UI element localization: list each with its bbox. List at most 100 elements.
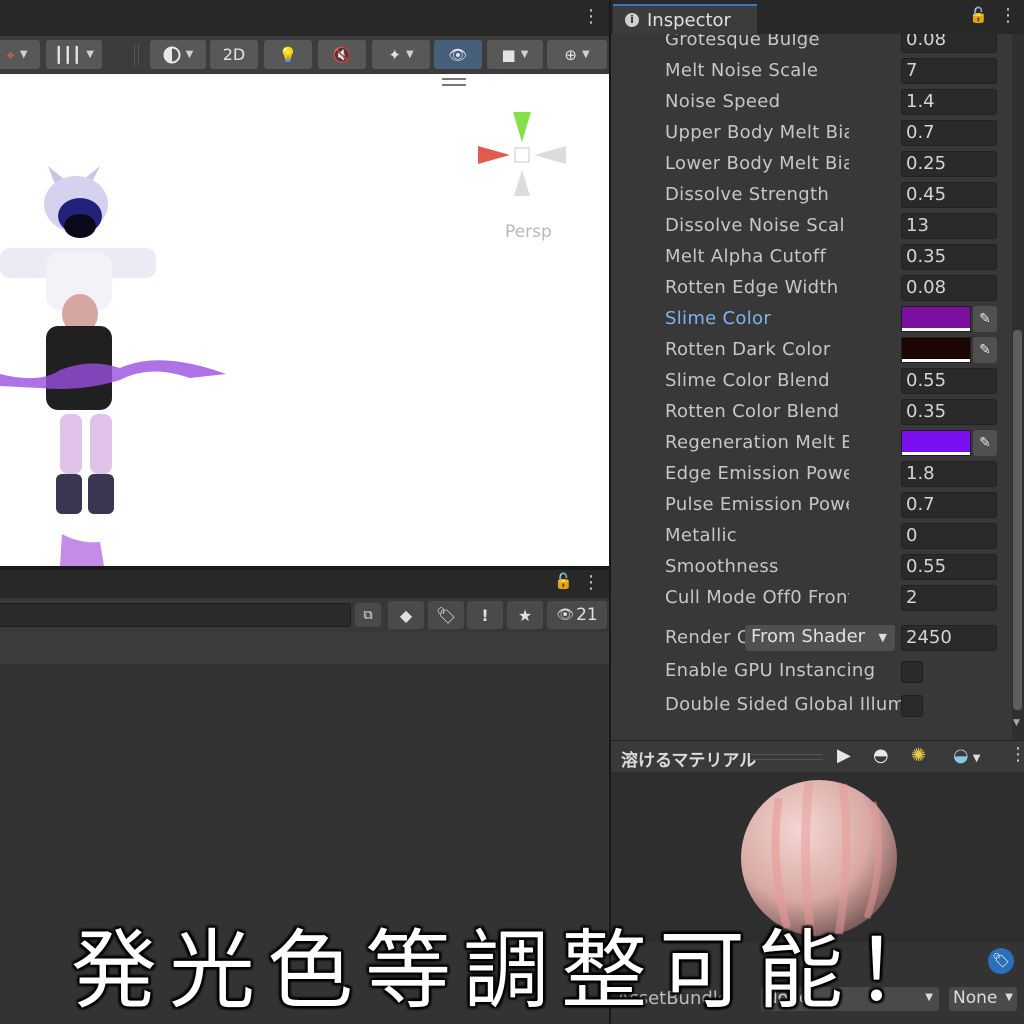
eyedropper-button[interactable]: ✎ xyxy=(973,306,997,332)
grid-icon: ┃┃┃ xyxy=(54,45,82,64)
shading-sphere-icon xyxy=(163,46,181,63)
double-sided-gi-checkbox[interactable] xyxy=(901,695,923,717)
property-label: Metallic xyxy=(665,525,737,546)
chevron-down-icon: ▼ xyxy=(405,49,414,60)
axis-gizmo-icon xyxy=(478,112,566,196)
material-preview[interactable] xyxy=(611,772,1024,942)
render-queue-value[interactable]: 2450 xyxy=(901,625,997,651)
float-field[interactable]: 0.7 xyxy=(901,120,997,146)
search-mode-button[interactable]: ⧉ xyxy=(355,603,381,627)
eyedropper-button[interactable]: ✎ xyxy=(973,337,997,363)
gpu-instancing-checkbox[interactable] xyxy=(901,661,923,683)
render-queue-label: Render Q xyxy=(665,627,745,648)
effects-dropdown[interactable]: ✦ ▼ xyxy=(372,40,430,69)
play-icon[interactable]: ▶ xyxy=(837,745,851,766)
float-field[interactable]: 1.8 xyxy=(901,461,997,487)
scene-toolbar: ⌖ ▼ ┃┃┃ ▼ ▼ 2D 💡 🔇 ✦ ▼ 👁 ■ ▼ ⊕ ▼ xyxy=(0,36,609,74)
grid-snap-dropdown[interactable]: ┃┃┃ ▼ xyxy=(46,40,102,69)
camera-settings-dropdown[interactable]: ■ ▼ xyxy=(487,40,543,69)
scene-visibility-toggle[interactable]: 👁 xyxy=(434,40,482,69)
breadcrumb-bar xyxy=(0,632,609,664)
property-label: Noise Speed xyxy=(665,91,781,112)
double-sided-gi-label: Double Sided Global Illum xyxy=(665,694,901,715)
audio-toggle-button[interactable]: 🔇 xyxy=(318,40,366,69)
scroll-down-arrow-icon[interactable]: ▼ xyxy=(1013,718,1020,728)
chevron-down-icon: ▼ xyxy=(878,631,887,644)
more-options-icon[interactable]: ⋮ xyxy=(1009,744,1024,765)
hidden-packages-button[interactable]: 👁 21 xyxy=(547,601,607,629)
property-label: Melt Noise Scale xyxy=(665,60,819,81)
color-field[interactable] xyxy=(901,306,971,332)
float-field[interactable]: 0.55 xyxy=(901,368,997,394)
search-input[interactable] xyxy=(0,603,351,627)
scrollbar-thumb[interactable] xyxy=(1013,330,1022,710)
more-options-icon[interactable]: ⋮ xyxy=(999,5,1017,26)
warning-icon: ! xyxy=(481,605,489,625)
property-label: Slime Color Blend xyxy=(665,370,830,391)
property-label: Grotesque Bulge xyxy=(665,34,820,50)
more-options-icon[interactable]: ⋮ xyxy=(582,6,600,27)
orientation-gizmo[interactable] xyxy=(470,104,580,214)
float-field[interactable]: 0.35 xyxy=(901,244,997,270)
property-label: Rotten Color Blend xyxy=(665,401,840,422)
property-label: Upper Body Melt Bia xyxy=(665,122,849,143)
eyedropper-icon: ✎ xyxy=(979,311,991,327)
float-field[interactable]: 1.4 xyxy=(901,89,997,115)
inspector-properties: Grotesque Bulge 0.08 Melt Noise Scale 7 Nois… xyxy=(611,34,1024,740)
info-icon: i xyxy=(625,13,639,27)
float-field[interactable]: 2 xyxy=(901,585,997,611)
color-field[interactable] xyxy=(901,337,971,363)
lighting-toggle-button[interactable]: 💡 xyxy=(264,40,312,69)
float-field[interactable]: 7 xyxy=(901,58,997,84)
render-queue-dropdown[interactable]: From Shader ▼ xyxy=(745,625,895,651)
header-divider xyxy=(751,754,823,760)
filter-by-type-button[interactable]: ◆ xyxy=(388,601,424,629)
eyedropper-icon: ✎ xyxy=(979,435,991,451)
favorites-button[interactable]: ★ xyxy=(507,601,543,629)
property-label: Dissolve Strength xyxy=(665,184,830,205)
property-label: Dissolve Noise Scal xyxy=(665,215,845,236)
float-field[interactable]: 0.55 xyxy=(901,554,997,580)
material-preview-header: 溶けるマテリアル ▶ ◓ ✺ ◒ ▼ ⋮ xyxy=(611,740,1024,773)
toggle-2d-button[interactable]: 2D xyxy=(210,40,258,69)
filter-by-label-button[interactable]: 🏷 xyxy=(428,601,464,629)
scene-viewport[interactable]: Persp xyxy=(0,74,609,566)
tab-inspector[interactable]: i Inspector xyxy=(613,4,757,34)
hidden-count: 21 xyxy=(576,605,598,625)
tab-inspector-label: Inspector xyxy=(647,9,731,31)
eyedropper-button[interactable]: ✎ xyxy=(973,430,997,456)
shading-mode-dropdown[interactable]: ▼ xyxy=(150,40,206,69)
property-label: Regeneration Melt Edge E xyxy=(665,432,849,453)
preview-background-dropdown[interactable]: ◒ ▼ xyxy=(953,745,980,766)
filter-issues-button[interactable]: ! xyxy=(467,601,503,629)
float-field[interactable]: 0 xyxy=(901,523,997,549)
lock-icon[interactable]: 🔓 xyxy=(554,572,573,590)
lock-icon[interactable]: 🔓 xyxy=(969,6,988,24)
color-field[interactable] xyxy=(901,430,971,456)
projection-label[interactable]: Persp xyxy=(505,222,552,242)
float-field[interactable]: 0.08 xyxy=(901,275,997,301)
property-label: Edge Emission Powe xyxy=(665,463,849,484)
property-label: Rotten Dark Color xyxy=(665,339,831,360)
light-toggle-icon[interactable]: ✺ xyxy=(911,745,926,766)
toolbar-divider xyxy=(134,44,139,66)
more-options-icon[interactable]: ⋮ xyxy=(582,572,600,593)
sphere-mesh-icon[interactable]: ◓ xyxy=(873,745,889,766)
eye-slash-icon: 👁 xyxy=(556,607,575,623)
eyedropper-icon: ✎ xyxy=(979,342,991,358)
caption-overlay: 発光色等調整可能！ xyxy=(71,921,953,1021)
draw-mode-dropdown[interactable]: ⌖ ▼ xyxy=(0,40,40,69)
tag-icon: 🏷 xyxy=(435,605,457,625)
float-field[interactable]: 0.35 xyxy=(901,399,997,425)
hamburger-icon[interactable] xyxy=(442,78,466,86)
float-field[interactable]: 13 xyxy=(901,213,997,239)
float-field[interactable]: 0.25 xyxy=(901,151,997,177)
float-field[interactable]: 0.7 xyxy=(901,492,997,518)
property-label: Cull Mode Off0 Front1 Bac xyxy=(665,587,849,608)
gizmos-dropdown[interactable]: ⊕ ▼ xyxy=(547,40,607,69)
property-label: Melt Alpha Cutoff xyxy=(665,246,827,267)
float-field[interactable]: 0.08 xyxy=(901,34,997,53)
scene-tab-bar: ⋮ xyxy=(0,0,609,37)
property-label: Lower Body Melt Bia xyxy=(665,153,849,174)
float-field[interactable]: 0.45 xyxy=(901,182,997,208)
